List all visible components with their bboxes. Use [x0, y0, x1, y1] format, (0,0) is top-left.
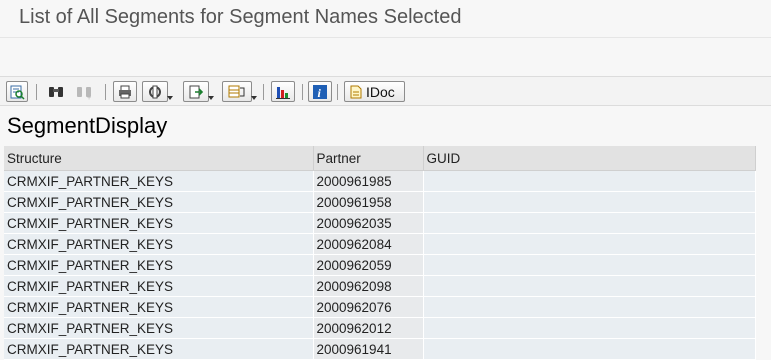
- table-row[interactable]: CRMXIF_PARTNER_KEYS 2000962076: [4, 296, 756, 318]
- graphic-button[interactable]: [271, 81, 295, 102]
- segment-table: Structure Partner GUID CRMXIF_PARTNER_KE…: [4, 146, 756, 360]
- idoc-button[interactable]: IDoc: [344, 81, 405, 102]
- column-header-partner[interactable]: Partner: [313, 146, 424, 171]
- application-toolbar-area: [0, 38, 771, 76]
- table-row[interactable]: CRMXIF_PARTNER_KEYS 2000961958: [4, 191, 756, 213]
- cell-partner[interactable]: 2000961958: [313, 191, 424, 213]
- info-button[interactable]: i: [308, 81, 332, 102]
- cell-structure[interactable]: CRMXIF_PARTNER_KEYS: [4, 170, 314, 192]
- layout-button[interactable]: [142, 81, 173, 102]
- cell-partner[interactable]: 2000962012: [313, 317, 424, 339]
- cell-structure[interactable]: CRMXIF_PARTNER_KEYS: [4, 275, 314, 297]
- filter-icon: [228, 85, 245, 97]
- binoculars-find-icon: [49, 86, 63, 97]
- cell-partner[interactable]: 2000962035: [313, 212, 424, 234]
- chart-icon: [276, 86, 290, 99]
- table-row[interactable]: CRMXIF_PARTNER_KEYS 2000962084: [4, 233, 756, 255]
- table-row[interactable]: CRMXIF_PARTNER_KEYS 2000961985: [4, 170, 756, 192]
- cell-partner[interactable]: 2000962084: [313, 233, 424, 255]
- cell-structure[interactable]: CRMXIF_PARTNER_KEYS: [4, 233, 314, 255]
- export-button[interactable]: [183, 81, 214, 102]
- cell-partner[interactable]: 2000961941: [313, 338, 424, 360]
- svg-text:+: +: [87, 95, 91, 100]
- cell-guid[interactable]: [423, 191, 756, 213]
- idoc-icon: [350, 85, 362, 98]
- column-header-structure[interactable]: Structure: [4, 146, 314, 171]
- section-title: SegmentDisplay: [7, 113, 168, 138]
- cell-partner[interactable]: 2000962059: [313, 254, 424, 276]
- table-body: CRMXIF_PARTNER_KEYS 2000961985 CRMXIF_PART…: [4, 170, 756, 360]
- print-icon: [119, 85, 131, 98]
- chevron-down-icon: [208, 96, 214, 100]
- cell-guid[interactable]: [423, 317, 756, 339]
- chevron-down-icon: [251, 96, 257, 100]
- cell-structure[interactable]: CRMXIF_PARTNER_KEYS: [4, 191, 314, 213]
- table-header-row: Structure Partner GUID: [4, 146, 756, 171]
- alv-toolbar: + i IDoc: [0, 76, 771, 106]
- find-button[interactable]: [45, 81, 67, 102]
- cell-structure[interactable]: CRMXIF_PARTNER_KEYS: [4, 254, 314, 276]
- cell-partner[interactable]: 2000962098: [313, 275, 424, 297]
- column-header-guid[interactable]: GUID: [423, 146, 756, 171]
- cell-guid[interactable]: [423, 170, 756, 192]
- cell-guid[interactable]: [423, 296, 756, 318]
- cell-guid[interactable]: [423, 212, 756, 234]
- subtotals-button[interactable]: [222, 81, 257, 102]
- export-icon: [189, 85, 204, 98]
- table-row[interactable]: CRMXIF_PARTNER_KEYS 2000962012: [4, 317, 756, 339]
- table-row[interactable]: CRMXIF_PARTNER_KEYS 2000961941: [4, 338, 756, 360]
- table-row[interactable]: CRMXIF_PARTNER_KEYS 2000962098: [4, 275, 756, 297]
- toolbar-separator: [337, 84, 338, 100]
- find-next-icon: +: [77, 86, 91, 100]
- cell-guid[interactable]: [423, 233, 756, 255]
- details-icon: [10, 85, 25, 100]
- chevron-down-icon: [167, 96, 173, 100]
- cell-structure[interactable]: CRMXIF_PARTNER_KEYS: [4, 317, 314, 339]
- details-button[interactable]: [6, 81, 28, 102]
- toolbar-separator: [105, 84, 106, 100]
- cell-structure[interactable]: CRMXIF_PARTNER_KEYS: [4, 296, 314, 318]
- window-title: List of All Segments for Segment Names S…: [19, 6, 462, 28]
- table-row[interactable]: CRMXIF_PARTNER_KEYS 2000962035: [4, 212, 756, 234]
- layout-icon: [149, 85, 161, 98]
- cell-structure[interactable]: CRMXIF_PARTNER_KEYS: [4, 338, 314, 360]
- cell-structure[interactable]: CRMXIF_PARTNER_KEYS: [4, 212, 314, 234]
- idoc-button-label: IDoc: [366, 83, 395, 100]
- cell-guid[interactable]: [423, 254, 756, 276]
- toolbar-separator: [302, 84, 303, 100]
- cell-partner[interactable]: 2000962076: [313, 296, 424, 318]
- cell-partner[interactable]: 2000961985: [313, 170, 424, 192]
- print-button[interactable]: [113, 81, 137, 102]
- toolbar-separator: [36, 84, 37, 100]
- toolbar-separator: [263, 84, 264, 100]
- info-icon: i: [313, 84, 327, 100]
- find-next-button[interactable]: +: [73, 81, 95, 102]
- title-bar: List of All Segments for Segment Names S…: [0, 0, 771, 38]
- cell-guid[interactable]: [423, 338, 756, 360]
- table-row[interactable]: CRMXIF_PARTNER_KEYS 2000962059: [4, 254, 756, 276]
- cell-guid[interactable]: [423, 275, 756, 297]
